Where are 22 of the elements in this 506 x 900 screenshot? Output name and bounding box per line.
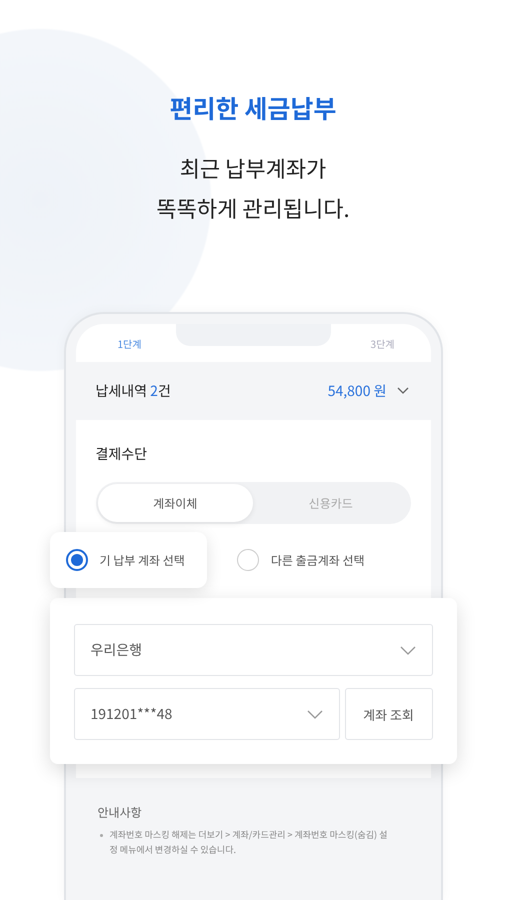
chevron-down-icon — [306, 710, 322, 718]
total-amount: 54,800 원 — [328, 381, 386, 401]
payment-tab[interactable]: 계좌이체 — [98, 484, 253, 522]
radio-option[interactable]: 기 납부 계좌 선택 — [50, 532, 207, 588]
account-lookup-button[interactable]: 계좌 조회 — [344, 688, 432, 740]
radio-label: 기 납부 계좌 선택 — [100, 552, 185, 568]
step-label: 1단계 — [118, 336, 142, 350]
chevron-down-icon[interactable] — [396, 387, 408, 395]
radio-option[interactable]: 다른 출금계좌 선택 — [220, 532, 387, 588]
account-select[interactable]: 191201***48 — [74, 688, 340, 740]
bank-select[interactable]: 우리은행 — [74, 624, 432, 676]
notice-title: 안내사항 — [98, 804, 143, 821]
subtitle-line: 최근 납부계좌가 — [178, 151, 328, 186]
subtitle-line: 똑똑하게 관리됩니다. — [156, 191, 350, 226]
section-title: 결제수단 — [96, 444, 148, 464]
headline: 편리한 세금납부 — [168, 89, 338, 128]
radio-label: 다른 출금계좌 선택 — [270, 552, 365, 568]
radio-button[interactable] — [66, 549, 88, 571]
chevron-down-icon — [400, 646, 416, 654]
step-label: 3단계 — [370, 336, 394, 350]
notice-item: 계좌번호 마스킹 해제는 더보기 > 계좌/카드관리 > 계좌번호 마스킹(숨김) 설정 메뉴에서 변경하실 수 있습니다. — [98, 827, 392, 857]
tax-history-label: 납세내역 2건 — [96, 381, 172, 401]
